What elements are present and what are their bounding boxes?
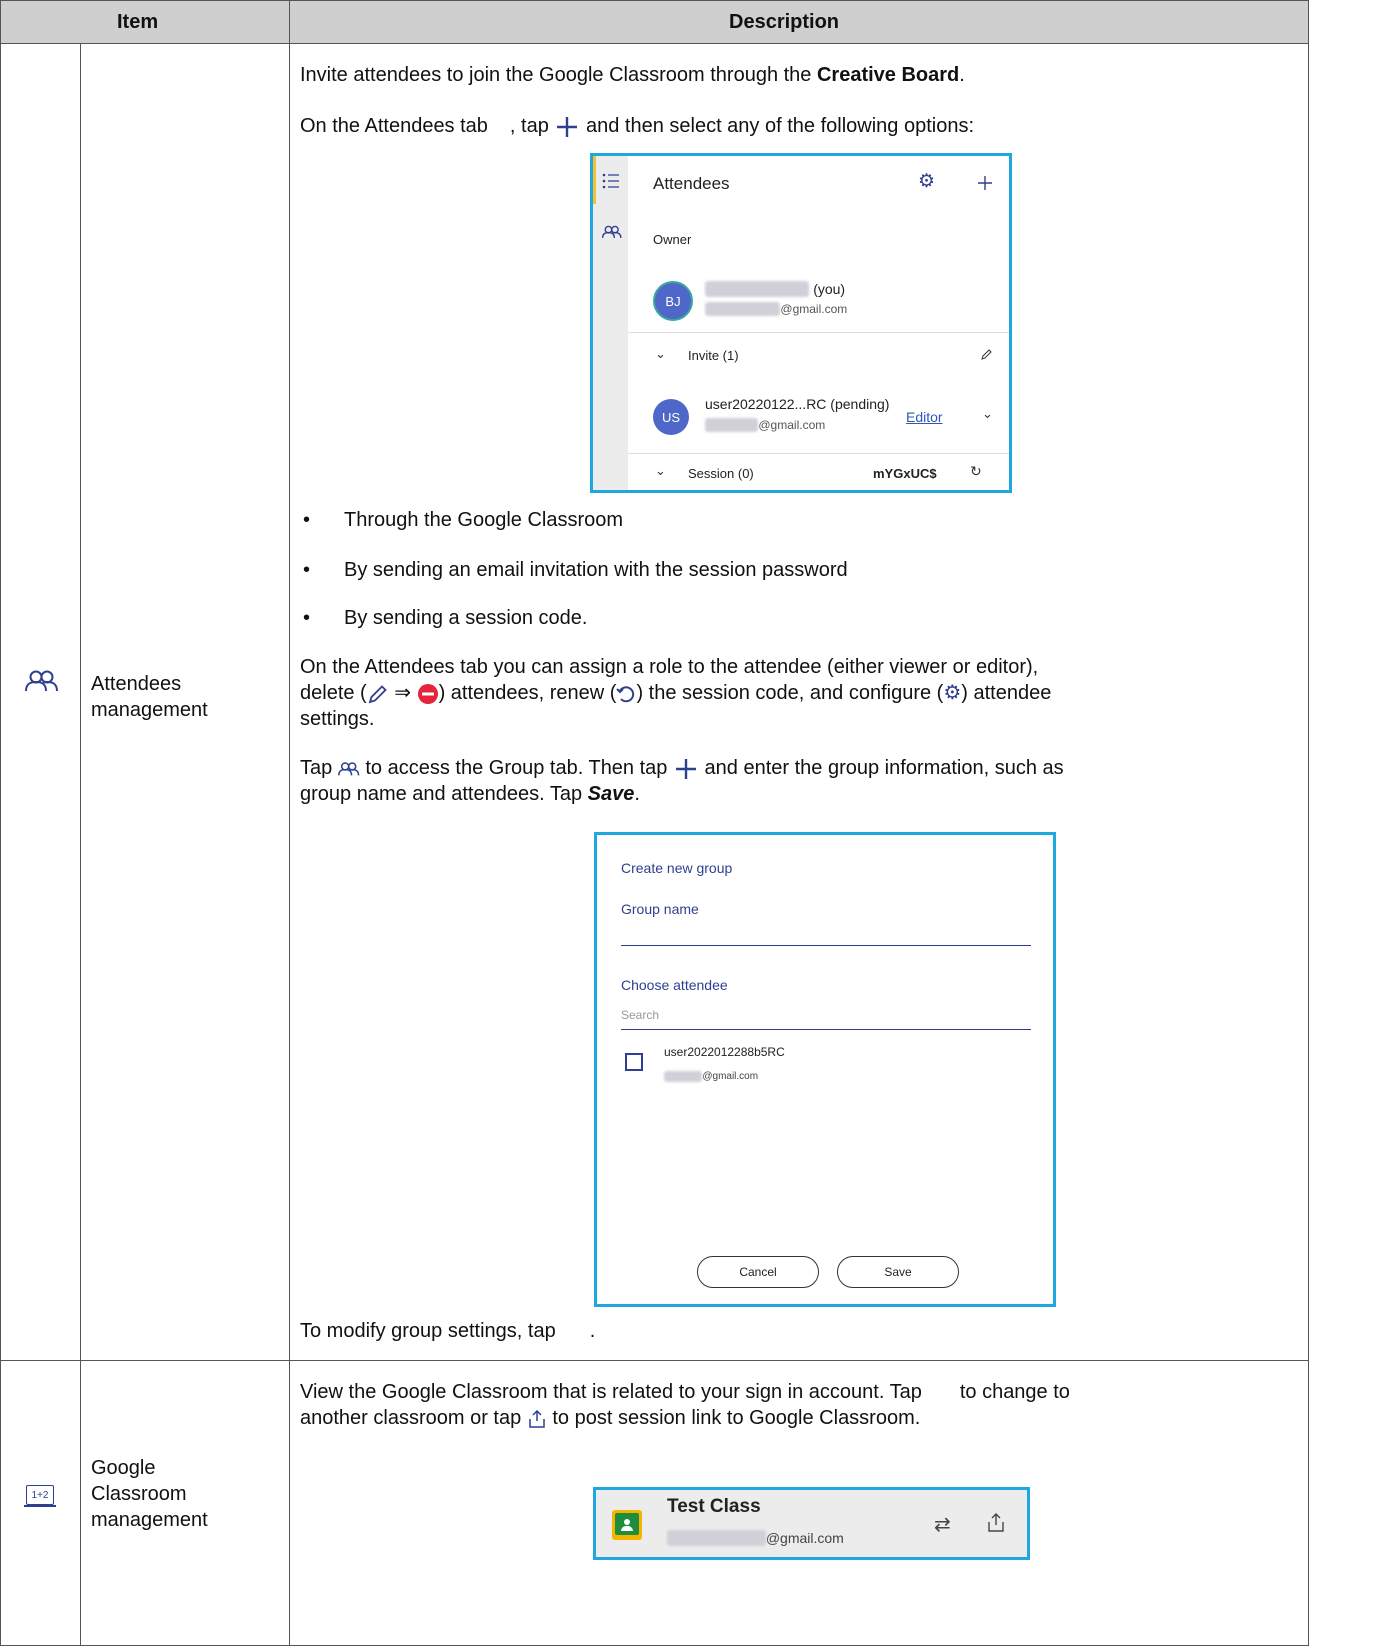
- classroom-line-2: another classroom or tap to post session…: [300, 1407, 921, 1429]
- add-attendee-icon[interactable]: [977, 175, 993, 191]
- row1-item-label-2: management: [91, 699, 208, 721]
- session-chevron-icon[interactable]: ⌄: [655, 463, 666, 479]
- row2-item-label-3: management: [91, 1509, 208, 1531]
- cancel-button[interactable]: Cancel: [697, 1256, 819, 1288]
- row2-item-label-1: Google: [91, 1457, 156, 1479]
- attendee-user-name: user2022012288b5RC: [664, 1045, 785, 1059]
- renew-code-icon[interactable]: ↻: [970, 463, 982, 480]
- document-table: Item Description Attendees management In…: [0, 0, 1309, 1647]
- roles-line-2: delete ( ⇒ ) attendees, renew () the ses…: [300, 682, 1052, 704]
- save-button[interactable]: Save: [837, 1256, 959, 1288]
- list-menu-icon: [602, 173, 619, 189]
- roles-line-3: settings.: [300, 708, 375, 730]
- configure-gear-icon: ⚙: [943, 682, 962, 704]
- group-name-label: Group name: [621, 901, 699, 917]
- class-name: Test Class: [667, 1496, 761, 1517]
- attendee-checkbox[interactable]: [625, 1053, 643, 1071]
- choose-attendee-label: Choose attendee: [621, 977, 728, 993]
- attendees-tab-icon: [602, 225, 622, 238]
- invitee-avatar: US: [653, 399, 689, 435]
- renew-icon: [616, 686, 635, 702]
- switch-classroom-icon[interactable]: ⇄: [934, 1512, 951, 1537]
- intro-text: Invite attendees to join the Google Clas…: [300, 64, 965, 86]
- owner-email: brittajohanson@gmail.com: [705, 302, 847, 316]
- attendees-panel-title: Attendees: [653, 174, 730, 193]
- modify-group-line: To modify group settings, tap.: [300, 1320, 596, 1342]
- group-line-1: Tap to access the Group tab. Then tap an…: [300, 757, 1064, 779]
- classroom-panel-screenshot: Test Class britta.johansson@gmail.com ⇄: [593, 1487, 1030, 1560]
- classroom-board-icon: 1+2: [26, 1485, 54, 1505]
- edit-pen-icon: [368, 684, 387, 704]
- invitee-name: user20220122...RC (pending): [705, 396, 890, 412]
- invite-section-label: Invite (1): [688, 348, 739, 363]
- invitee-role-link[interactable]: Editor: [906, 409, 943, 425]
- session-code: mYGxUC$: [873, 466, 937, 481]
- bullet-2: By sending an email invitation with the …: [344, 559, 848, 581]
- attendees-panel-screenshot: Attendees ⚙ Owner BJ Britta Johansson (y…: [590, 153, 1012, 493]
- row2-item-label-2: Classroom: [91, 1483, 187, 1505]
- attendees-icon: [25, 670, 58, 692]
- google-classroom-logo: [612, 1510, 642, 1540]
- class-email: britta.johansson@gmail.com: [667, 1530, 844, 1546]
- bullet-1: Through the Google Classroom: [344, 509, 624, 531]
- owner-avatar: BJ: [653, 281, 693, 321]
- tab-line: On the Attendees tab, tap and then selec…: [300, 115, 975, 137]
- group-name-input[interactable]: [621, 925, 1031, 946]
- invite-chevron-icon[interactable]: ⌄: [655, 346, 666, 362]
- plus-icon: [557, 116, 578, 137]
- roles-line-1: On the Attendees tab you can assign a ro…: [300, 656, 1039, 678]
- settings-gear-icon[interactable]: ⚙: [918, 172, 935, 192]
- group-tab-icon: [337, 761, 360, 776]
- edit-pencil-icon[interactable]: [980, 349, 992, 361]
- attendee-user-email: brittatoel@gmail.com: [664, 1071, 758, 1082]
- plus-icon: [675, 758, 696, 779]
- invitee-email: britta.t980@gmail.com: [705, 418, 825, 432]
- owner-label: Owner: [653, 232, 692, 247]
- header-item: Item: [117, 11, 159, 33]
- session-section-label: Session (0): [688, 466, 754, 481]
- role-chevron-icon[interactable]: ⌄: [982, 406, 993, 422]
- owner-name: Britta Johansson (you): [705, 281, 845, 297]
- post-link-icon[interactable]: [986, 1512, 1006, 1534]
- group-line-2: group name and attendees. Tap Save.: [300, 783, 640, 805]
- create-group-title: Create new group: [621, 860, 733, 876]
- table-header: [1, 1, 1308, 43]
- classroom-line-1: View the Google Classroom that is relate…: [300, 1381, 1070, 1403]
- delete-minus-icon: [417, 683, 438, 704]
- search-input[interactable]: Search: [621, 1007, 1031, 1030]
- row1-item-label-1: Attendees: [91, 673, 182, 695]
- create-group-panel-screenshot: Create new group Group name Choose atten…: [594, 832, 1056, 1307]
- bullet-3: By sending a session code.: [344, 607, 588, 629]
- header-description: Description: [729, 11, 840, 33]
- share-upload-icon: [529, 1409, 545, 1428]
